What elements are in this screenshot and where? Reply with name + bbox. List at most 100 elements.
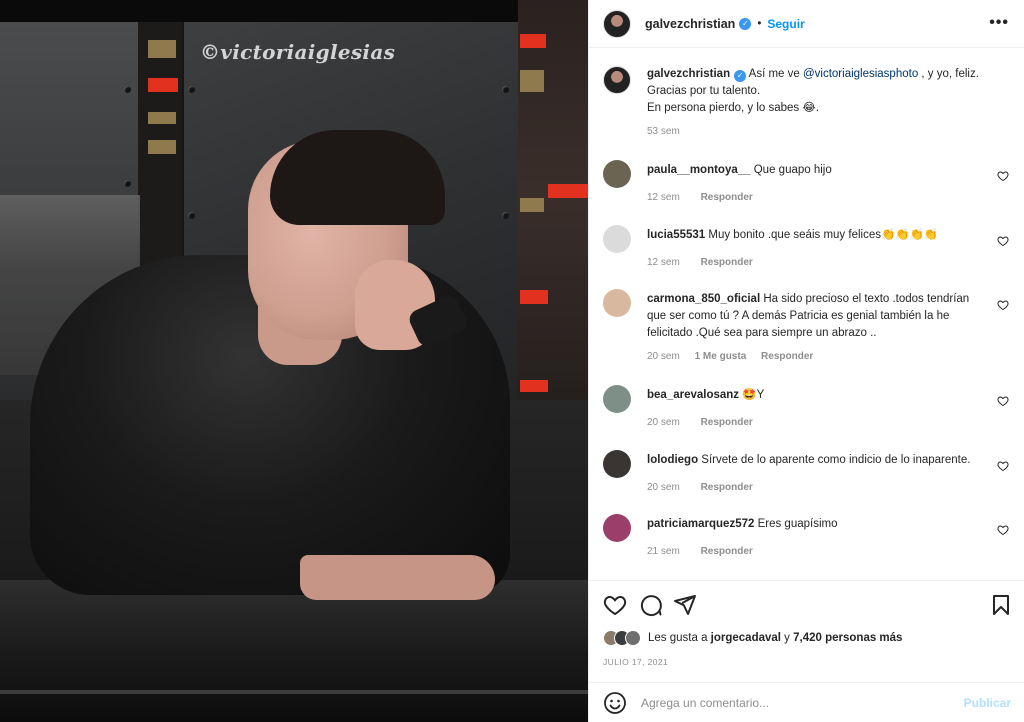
comment-time[interactable]: 21 sem bbox=[647, 546, 680, 557]
comment-time[interactable]: 20 sem bbox=[647, 417, 680, 428]
photo-tile bbox=[520, 290, 548, 304]
reply-button[interactable]: Responder bbox=[701, 546, 753, 557]
separator-dot: • bbox=[757, 17, 762, 30]
caption-text-part: En persona pierdo, y lo sabes 😂. bbox=[647, 102, 819, 114]
comment-meta: 21 sem Responder bbox=[647, 546, 771, 557]
likes-text: Les gusta a jorgecadaval y 7,420 persona… bbox=[648, 632, 902, 644]
likes-prefix: Les gusta a bbox=[648, 632, 711, 644]
caption: galvezchristian ✓ Así me ve @victoriaigle… bbox=[603, 66, 1011, 146]
heart-icon[interactable] bbox=[997, 460, 1009, 472]
more-icon[interactable]: ••• bbox=[989, 14, 1009, 32]
comment-meta: 20 sem Responder bbox=[647, 482, 771, 493]
comment-username[interactable]: bea_arevalosanz bbox=[647, 389, 739, 401]
heart-icon[interactable] bbox=[997, 524, 1009, 536]
reply-button[interactable]: Responder bbox=[701, 417, 753, 428]
avatar bbox=[625, 630, 641, 646]
emoji-icon[interactable] bbox=[603, 691, 627, 715]
heart-icon[interactable] bbox=[603, 593, 627, 617]
heart-icon[interactable] bbox=[997, 235, 1009, 247]
post-header: galvezchristian ✓ • Seguir ••• bbox=[589, 0, 1024, 48]
photo-rivet bbox=[502, 86, 509, 93]
heart-icon[interactable] bbox=[997, 170, 1009, 182]
comment-time[interactable]: 12 sem bbox=[647, 257, 680, 268]
comment-composer: Publicar bbox=[589, 682, 1024, 722]
likes-summary: Les gusta a jorgecadaval y 7,420 persona… bbox=[603, 627, 902, 649]
comment-username[interactable]: carmona_850_oficial bbox=[647, 293, 760, 305]
comment-body: Eres guapísimo bbox=[754, 518, 838, 530]
avatar[interactable] bbox=[603, 289, 631, 317]
photo-table bbox=[0, 580, 588, 722]
caption-time[interactable]: 53 sem bbox=[647, 126, 680, 137]
photo-subject-hair bbox=[270, 130, 445, 225]
comment-body: Que guapo hijo bbox=[750, 164, 832, 176]
comment-meta: 20 sem 1 Me gusta Responder bbox=[647, 351, 831, 362]
photo-subject-hand bbox=[300, 555, 495, 600]
reply-button[interactable]: Responder bbox=[701, 257, 753, 268]
comment-item: lucia55531 Muy bonito .que seáis muy fel… bbox=[603, 225, 1011, 275]
comment-text: paula__montoya__ Que guapo hijo bbox=[647, 162, 987, 179]
photo-tile bbox=[520, 70, 544, 92]
reply-button[interactable]: Responder bbox=[761, 351, 813, 362]
photo-tile bbox=[148, 40, 176, 58]
photo-tile bbox=[520, 34, 546, 48]
comment-time[interactable]: 20 sem bbox=[647, 351, 680, 362]
comment-input[interactable] bbox=[641, 696, 964, 710]
reply-button[interactable]: Responder bbox=[701, 482, 753, 493]
bookmark-icon[interactable] bbox=[989, 593, 1013, 617]
caption-username[interactable]: galvezchristian bbox=[647, 68, 730, 80]
photo-tile bbox=[148, 112, 176, 124]
comment-time[interactable]: 20 sem bbox=[647, 482, 680, 493]
likes-count-link[interactable]: 7,420 personas más bbox=[793, 632, 902, 644]
comment-username[interactable]: patriciamarquez572 bbox=[647, 518, 754, 530]
photo-tile bbox=[548, 184, 588, 198]
heart-icon[interactable] bbox=[997, 395, 1009, 407]
reply-button[interactable]: Responder bbox=[701, 192, 753, 203]
comment-meta: 20 sem Responder bbox=[647, 417, 771, 428]
avatar[interactable] bbox=[603, 450, 631, 478]
comment-icon[interactable] bbox=[639, 593, 663, 617]
post-photo[interactable]: ©victoriaiglesias bbox=[0, 0, 588, 722]
comment-item: bea_arevalosanz 🤩Y 20 sem Responder bbox=[603, 385, 1011, 435]
comment-username[interactable]: paula__montoya__ bbox=[647, 164, 751, 176]
heart-icon[interactable] bbox=[997, 299, 1009, 311]
publish-button[interactable]: Publicar bbox=[964, 696, 1011, 710]
photo-rivet bbox=[124, 86, 131, 93]
avatar[interactable] bbox=[603, 385, 631, 413]
comment-text: carmona_850_oficial Ha sido precioso el … bbox=[647, 291, 987, 342]
comments-list[interactable]: galvezchristian ✓ Así me ve @victoriaigle… bbox=[589, 48, 1024, 580]
follow-button[interactable]: Seguir bbox=[767, 17, 804, 31]
comment-text: bea_arevalosanz 🤩Y bbox=[647, 387, 987, 404]
verified-icon: ✓ bbox=[734, 70, 747, 82]
comment-meta: 12 sem Responder bbox=[647, 257, 771, 268]
photo-rivet bbox=[188, 86, 195, 93]
comment-text: patriciamarquez572 Eres guapísimo bbox=[647, 516, 987, 533]
author-username[interactable]: galvezchristian bbox=[645, 17, 735, 31]
comment-username[interactable]: lucia55531 bbox=[647, 229, 705, 241]
photo-tile bbox=[148, 140, 176, 154]
comment-item: carmona_850_oficial Ha sido precioso el … bbox=[603, 289, 1011, 369]
photo-rivet bbox=[502, 212, 509, 219]
avatar[interactable] bbox=[603, 160, 631, 188]
post-date[interactable]: JULIO 17, 2021 bbox=[603, 657, 668, 667]
caption-text: galvezchristian ✓ Así me ve @victoriaigle… bbox=[647, 66, 987, 117]
comment-item: patriciamarquez572 Eres guapísimo 21 sem… bbox=[603, 514, 1011, 564]
avatar[interactable] bbox=[603, 9, 631, 38]
avatar[interactable] bbox=[603, 66, 631, 94]
comment-body: Muy bonito .que seáis muy felices👏👏👏👏 bbox=[705, 229, 939, 241]
caption-meta: 53 sem bbox=[647, 126, 698, 137]
avatar[interactable] bbox=[603, 225, 631, 253]
comment-meta: 12 sem Responder bbox=[647, 192, 771, 203]
likes-middle: y bbox=[780, 632, 794, 644]
comment-username[interactable]: lolodiego bbox=[647, 454, 698, 466]
photo-rivet bbox=[188, 212, 195, 219]
mention-link[interactable]: @victoriaiglesiasphoto bbox=[803, 68, 918, 80]
photo-watermark: ©victoriaiglesias bbox=[200, 40, 396, 64]
avatar[interactable] bbox=[603, 514, 631, 542]
comment-time[interactable]: 12 sem bbox=[647, 192, 680, 203]
comment-body: Sírvete de lo aparente como indicio de l… bbox=[698, 454, 971, 466]
action-icons bbox=[603, 593, 1013, 619]
likes-user-link[interactable]: jorgecadaval bbox=[711, 632, 781, 644]
photo-rivet bbox=[124, 180, 131, 187]
share-icon[interactable] bbox=[673, 593, 697, 617]
comment-likes[interactable]: 1 Me gusta bbox=[695, 351, 747, 362]
